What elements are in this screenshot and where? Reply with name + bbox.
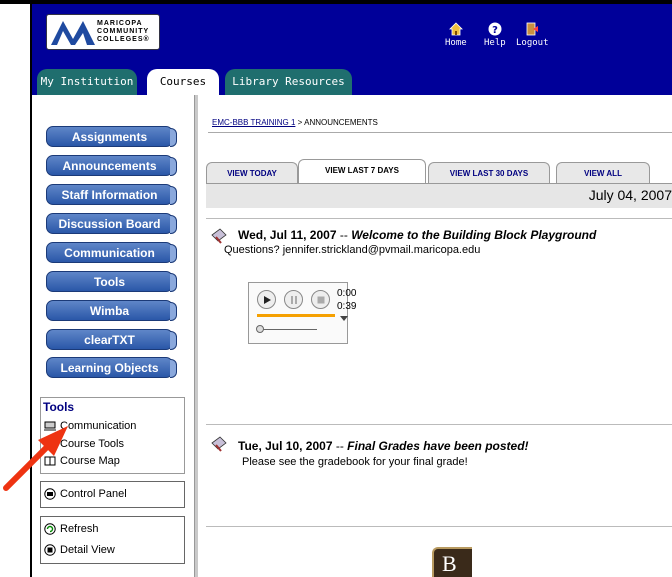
announcement-icon [211, 436, 227, 452]
detail-view-link[interactable]: Detail View [44, 544, 115, 556]
breadcrumb-divider [208, 132, 672, 133]
refresh-icon [44, 523, 56, 535]
breadcrumb-current: ANNOUNCEMENTS [304, 118, 378, 127]
breadcrumb-separator: > [295, 118, 305, 127]
tab-view-today[interactable]: VIEW TODAY [206, 162, 298, 183]
elapsed-time: 0:00 [337, 288, 357, 299]
announcement-heading: Wed, Jul 11, 2007 -- Welcome to the Buil… [238, 228, 596, 242]
announcement-divider [206, 218, 672, 219]
audio-player: 0:00 0:39 [248, 282, 356, 344]
tab-view-all[interactable]: VIEW ALL [556, 162, 650, 183]
blackboard-logo: B [432, 547, 472, 577]
logout-label: Logout [516, 38, 549, 48]
tab-view-last-7-days[interactable]: VIEW LAST 7 DAYS [298, 159, 426, 183]
announcement-date: Tue, Jul 10, 2007 [238, 439, 333, 453]
announcement-icon [211, 228, 227, 244]
tab-library-resources[interactable]: Library Resources [225, 69, 352, 95]
tools-title: Tools [43, 400, 75, 414]
menu-tools-button[interactable]: Tools [46, 271, 177, 292]
help-nav[interactable]: ? Help [484, 22, 506, 48]
announcement-body: Please see the gradebook for your final … [242, 456, 468, 468]
red-arrow-annotation [3, 426, 68, 491]
play-button[interactable] [257, 290, 276, 309]
svg-text:?: ? [492, 25, 498, 36]
announcement-date: Wed, Jul 11, 2007 [238, 228, 337, 242]
progress-bar [257, 314, 335, 317]
logout-icon [526, 22, 539, 36]
announcement-heading: Tue, Jul 10, 2007 -- Final Grades have b… [238, 439, 529, 453]
announcement-title: Final Grades have been posted! [347, 439, 529, 453]
pause-button[interactable] [284, 290, 303, 309]
menu-cleartxt-button[interactable]: clearTXT [46, 329, 177, 350]
menu-discussion-board-button[interactable]: Discussion Board [46, 213, 177, 234]
refresh-label: Refresh [60, 523, 99, 535]
logo-mountains-icon [51, 21, 95, 45]
announcement-dash: -- [336, 228, 352, 242]
stop-icon [317, 296, 324, 303]
breadcrumb-course-link[interactable]: EMC-BBB TRAINING 1 [212, 118, 295, 127]
logo-text: MARICOPA COMMUNITY COLLEGES® [97, 20, 150, 43]
play-icon [263, 295, 271, 304]
breadcrumb: EMC-BBB TRAINING 1 > ANNOUNCEMENTS [212, 118, 378, 127]
logout-nav[interactable]: Logout [516, 22, 549, 48]
pause-icon [290, 295, 297, 304]
detail-view-icon [44, 544, 56, 556]
menu-staff-information-button[interactable]: Staff Information [46, 184, 177, 205]
volume-slider-handle[interactable] [256, 325, 264, 333]
chevron-down-icon[interactable] [340, 316, 348, 321]
menu-wimba-button[interactable]: Wimba [46, 300, 177, 321]
volume-track[interactable] [257, 329, 317, 330]
current-date: July 04, 2007 [588, 187, 672, 203]
maricopa-logo[interactable]: MARICOPA COMMUNITY COLLEGES® [46, 14, 160, 50]
menu-assignments-button[interactable]: Assignments [46, 126, 177, 147]
view-options-box: Refresh Detail View [40, 516, 185, 564]
home-icon [448, 22, 463, 36]
refresh-link[interactable]: Refresh [44, 523, 99, 535]
tab-my-institution[interactable]: My Institution [37, 69, 137, 95]
announcement-divider [206, 526, 672, 527]
date-band: July 04, 2007 [206, 183, 672, 208]
home-label: Home [445, 38, 467, 48]
tab-view-last-30-days[interactable]: VIEW LAST 30 DAYS [428, 162, 550, 183]
detail-view-label: Detail View [60, 544, 115, 556]
menu-communication-button[interactable]: Communication [46, 242, 177, 263]
duration-time: 0:39 [337, 301, 357, 312]
help-label: Help [484, 38, 506, 48]
announcement-dash: -- [332, 439, 348, 453]
course-menu: Assignments Announcements Staff Informat… [32, 95, 194, 577]
home-nav[interactable]: Home [445, 22, 467, 48]
help-icon: ? [488, 22, 502, 36]
announcement-divider [206, 424, 672, 425]
announcement-title: Welcome to the Building Block Playground [351, 228, 597, 242]
stop-button[interactable] [311, 290, 330, 309]
main-content: EMC-BBB TRAINING 1 > ANNOUNCEMENTS VIEW … [198, 95, 672, 577]
menu-announcements-button[interactable]: Announcements [46, 155, 177, 176]
tab-courses[interactable]: Courses [147, 69, 219, 95]
announcement-body: Questions? jennifer.strickland@pvmail.ma… [224, 244, 481, 256]
menu-learning-objects-button[interactable]: Learning Objects [46, 357, 177, 378]
